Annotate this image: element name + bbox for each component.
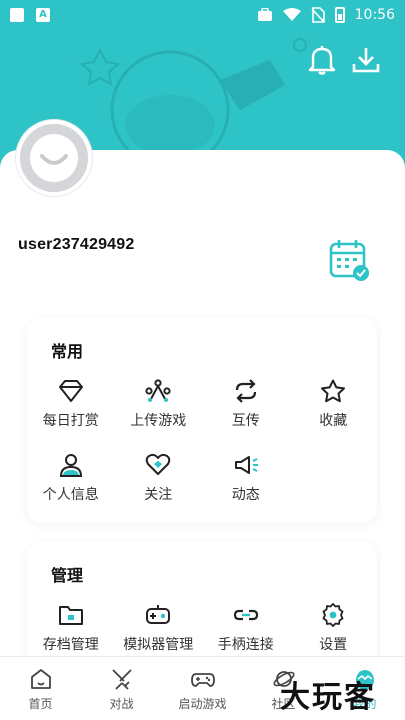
- settings-button[interactable]: 设置: [290, 602, 378, 654]
- favorites-button[interactable]: 收藏: [290, 378, 378, 430]
- upload-game-label: 上传游戏: [130, 413, 187, 429]
- wifi-icon: [282, 8, 301, 21]
- avatar[interactable]: [16, 120, 92, 196]
- tab-launch-game-label: 启动游戏: [178, 696, 227, 711]
- tab-home-label: 首页: [28, 696, 53, 711]
- tab-launch-game[interactable]: 启动游戏: [162, 657, 243, 720]
- bell-icon: [308, 46, 336, 75]
- no-sim-icon: [311, 7, 325, 23]
- diamond-icon: [58, 380, 83, 402]
- emulator-management-button[interactable]: 模拟器管理: [115, 602, 203, 654]
- save-management-button[interactable]: 存档管理: [27, 602, 115, 654]
- download-icon: [352, 48, 380, 73]
- manage-section-title: 管理: [51, 566, 84, 585]
- username: user237429492: [18, 236, 135, 253]
- transfer-label: 互传: [231, 413, 260, 429]
- follow-button[interactable]: 关注: [115, 452, 203, 504]
- follow-label: 关注: [144, 487, 173, 503]
- egg-icon: [355, 669, 374, 690]
- header-mascot-illustration: [79, 38, 307, 160]
- save-management-label: 存档管理: [42, 637, 99, 653]
- daily-reward-label: 每日打赏: [42, 413, 99, 429]
- controller-connect-button[interactable]: 手柄连接: [202, 602, 290, 654]
- tab-community-label: 社区: [271, 696, 296, 711]
- personal-info-label: 个人信息: [42, 487, 99, 503]
- favorites-label: 收藏: [319, 413, 348, 429]
- controller-connect-label: 手柄连接: [217, 637, 274, 653]
- battery-icon: [334, 7, 345, 23]
- heart-icon: [145, 453, 171, 475]
- personal-info-button[interactable]: 个人信息: [27, 452, 115, 504]
- status-time: 10:56: [354, 7, 395, 23]
- notification-button[interactable]: [304, 42, 340, 78]
- star-icon: [321, 379, 346, 403]
- common-section: 常用 每日打赏 上传游戏 互传 收藏 个人信息 关注 动态: [27, 318, 377, 523]
- planet-icon: [272, 670, 295, 687]
- tab-battle-label: 对战: [109, 696, 134, 711]
- activity-button[interactable]: 动态: [202, 452, 290, 504]
- common-section-title: 常用: [51, 342, 84, 361]
- upload-game-button[interactable]: 上传游戏: [115, 378, 203, 430]
- folder-icon: [58, 606, 83, 625]
- home-icon: [30, 668, 51, 689]
- status-bar: A 10:56: [0, 0, 405, 30]
- avatar-placeholder-icon: [20, 124, 88, 192]
- briefcase-icon: [257, 8, 272, 21]
- daily-reward-button[interactable]: 每日打赏: [27, 378, 115, 430]
- image-icon: [10, 8, 24, 22]
- emulator-management-label: 模拟器管理: [123, 637, 194, 653]
- transfer-icon: [235, 379, 256, 403]
- tab-mine-label: 我的: [352, 696, 377, 711]
- tab-community[interactable]: 社区: [243, 657, 324, 720]
- calendar-check-icon: [329, 240, 369, 281]
- tab-battle[interactable]: 对战: [81, 657, 162, 720]
- gear-icon: [322, 603, 344, 627]
- swords-icon: [111, 668, 132, 690]
- link-icon: [233, 609, 258, 621]
- calendar-checkin-button[interactable]: [328, 238, 370, 282]
- tab-home[interactable]: 首页: [0, 657, 81, 720]
- ai-icon: A: [36, 8, 50, 22]
- download-button[interactable]: [348, 42, 384, 78]
- gamepad-icon: [146, 605, 171, 624]
- transfer-button[interactable]: 互传: [202, 378, 290, 430]
- tab-mine[interactable]: 我的: [324, 657, 405, 720]
- person-icon: [59, 454, 82, 477]
- settings-label: 设置: [319, 637, 348, 653]
- upload-network-icon: [145, 379, 171, 402]
- bottom-tab-bar: 首页 对战 启动游戏 社区 我的: [0, 656, 405, 720]
- controller-icon: [190, 672, 215, 687]
- activity-label: 动态: [231, 487, 260, 503]
- megaphone-icon: [234, 456, 258, 474]
